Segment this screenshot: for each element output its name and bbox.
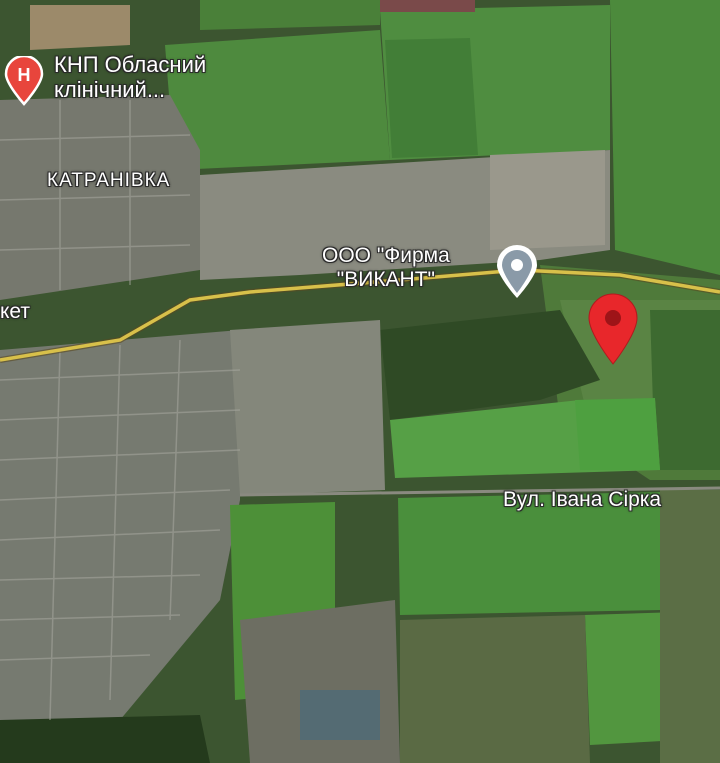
red-location-pin-icon[interactable] — [586, 292, 640, 366]
street-label: Вул. Івана Сірка — [503, 488, 662, 511]
hospital-icon[interactable]: H — [4, 56, 44, 106]
firm-label-line1: ООО "Фирма — [322, 244, 450, 267]
hospital-label[interactable]: КНП Обласний клінічний... — [54, 52, 206, 103]
map-view[interactable]: H КНП Обласний клінічний... КАТРАНІВКА О… — [0, 0, 720, 763]
firm-label-line2: "ВИКАНТ" — [336, 268, 436, 292]
hospital-label-line1: КНП Обласний — [54, 52, 207, 77]
market-label: кет — [0, 300, 31, 323]
firm-label[interactable]: ООО "Фирма "ВИКАНТ" — [322, 244, 450, 292]
satellite-imagery — [0, 0, 720, 763]
svg-text:H: H — [18, 65, 31, 85]
district-label: КАТРАНІВКА — [47, 170, 171, 191]
place-pin-icon[interactable] — [494, 244, 540, 300]
hospital-label-line2: клінічний... — [54, 77, 166, 103]
